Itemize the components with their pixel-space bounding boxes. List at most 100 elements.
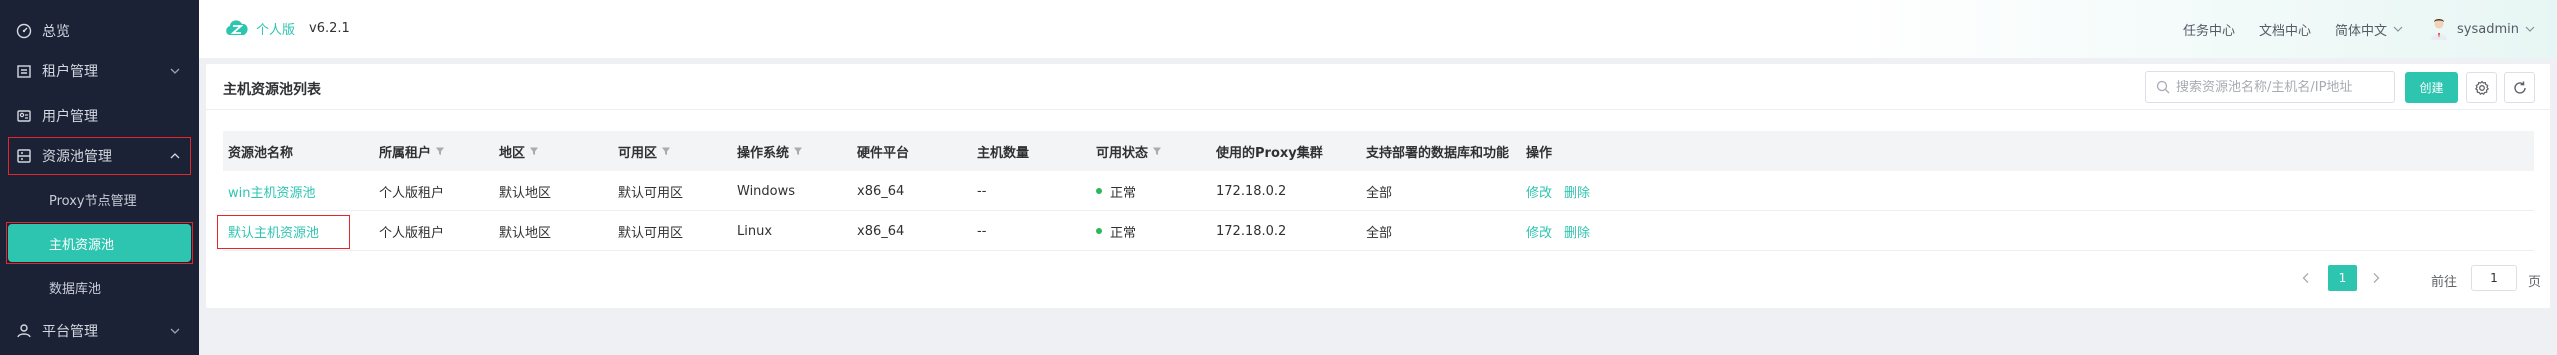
tenant-cell: 个人版租户: [379, 225, 445, 241]
create-button[interactable]: 创建: [2405, 72, 2458, 103]
edit-link[interactable]: 修改: [1526, 222, 1552, 241]
table-header: 资源池名称 所属租户 地区 可用区 操作系统 硬件平台 主机数量 可用状态 使用…: [223, 131, 2534, 171]
host-pool-card: 主机资源池列表 创建 资源池名称 所属租户 地区 可用区 操作系统 硬件平台 主…: [206, 64, 2550, 308]
chevron-down-icon: [2525, 26, 2535, 32]
version-label: v6.2.1: [309, 20, 350, 36]
column-header: 硬件平台: [857, 145, 910, 161]
sidebar-item-label: 总览: [42, 24, 70, 40]
top-header: 个人版 v6.2.1 任务中心 文档中心 简体中文 sysadmin: [199, 0, 2557, 58]
host-pool-table: 资源池名称 所属租户 地区 可用区 操作系统 硬件平台 主机数量 可用状态 使用…: [223, 131, 2534, 251]
zone-cell: 默认可用区: [618, 185, 684, 201]
sidebar-item-label: 资源池管理: [42, 149, 112, 165]
column-header[interactable]: 可用区: [618, 131, 671, 171]
refresh-icon: [2513, 80, 2526, 94]
brand-logo-icon: [226, 20, 248, 35]
proxy-cell: 172.18.0.2: [1216, 223, 1287, 239]
os-cell: Windows: [737, 183, 796, 199]
sidebar-sub-proxy-node[interactable]: Proxy节点管理: [8, 180, 191, 218]
sidebar-item-tenant[interactable]: 租户管理: [8, 52, 191, 90]
card-header: 主机资源池列表 创建: [206, 64, 2550, 110]
region-cell: 默认地区: [499, 185, 552, 201]
language-label: 简体中文: [2335, 23, 2388, 39]
status-cell: 正常: [1096, 211, 1136, 251]
status-dot: [1096, 188, 1102, 194]
table-row: 默认主机资源池 个人版租户 默认地区 默认可用区 Linux x86_64 --…: [223, 211, 2534, 251]
sidebar-item-overview[interactable]: 总览: [8, 12, 191, 50]
doc-center-link[interactable]: 文档中心: [2259, 20, 2311, 39]
settings-button[interactable]: [2466, 72, 2497, 103]
page-title: 主机资源池列表: [223, 82, 321, 98]
sidebar-item-platform[interactable]: 平台管理: [8, 312, 191, 350]
column-header: 操作: [1526, 145, 1553, 161]
status-dot: [1096, 228, 1102, 234]
edit-link[interactable]: 修改: [1526, 182, 1552, 201]
goto-label: 前往: [2431, 275, 2458, 290]
brand-name: 个人版: [256, 22, 296, 38]
status-cell: 正常: [1096, 171, 1136, 211]
filter-icon[interactable]: [1152, 146, 1162, 156]
column-header: 使用的Proxy集群: [1216, 145, 1323, 161]
sidebar-sub-host-pool[interactable]: 主机资源池: [8, 224, 191, 262]
pool-name-link[interactable]: win主机资源池: [228, 171, 315, 211]
refresh-button[interactable]: [2504, 72, 2535, 103]
next-page-button[interactable]: [2366, 265, 2386, 291]
region-cell: 默认地区: [499, 225, 552, 241]
status-text: 正常: [1110, 185, 1137, 201]
pool-name-link[interactable]: 默认主机资源池: [228, 211, 319, 251]
host-count-cell: --: [977, 223, 987, 239]
support-cell: 全部: [1366, 185, 1393, 201]
arch-cell: x86_64: [857, 223, 905, 239]
sidebar-item-user[interactable]: 用户管理: [8, 97, 191, 135]
search-icon: [2156, 80, 2170, 94]
filter-icon[interactable]: [793, 146, 803, 156]
search-input[interactable]: [2176, 79, 2386, 95]
sidebar-item-label: 平台管理: [42, 324, 98, 340]
chevron-up-icon: [170, 153, 180, 159]
sidebar-item-label: 用户管理: [42, 109, 98, 125]
sidebar-item-resource-pool[interactable]: 资源池管理: [8, 137, 191, 175]
prev-page-button[interactable]: [2296, 265, 2316, 291]
actions-cell: 修改 删除: [1526, 211, 1602, 251]
goto-page-input[interactable]: [2471, 265, 2517, 291]
host-count-cell: --: [977, 183, 987, 199]
user-menu[interactable]: sysadmin: [2457, 22, 2535, 37]
sidebar-item-label: 租户管理: [42, 64, 98, 80]
delete-link[interactable]: 删除: [1564, 222, 1590, 241]
task-center-link[interactable]: 任务中心: [2183, 20, 2235, 39]
tenant-icon: [16, 63, 32, 79]
sidebar-sub-label: Proxy节点管理: [49, 193, 137, 209]
platform-icon: [16, 323, 32, 339]
page-number-current[interactable]: 1: [2328, 265, 2357, 291]
language-select[interactable]: 简体中文: [2335, 20, 2403, 39]
filter-icon[interactable]: [661, 146, 671, 156]
table-row: win主机资源池 个人版租户 默认地区 默认可用区 Windows x86_64…: [223, 171, 2534, 211]
column-header: 支持部署的数据库和功能: [1366, 145, 1510, 161]
status-text: 正常: [1110, 225, 1137, 241]
chevron-right-icon: [2373, 273, 2380, 283]
sidebar-sub-label: 数据库池: [49, 281, 102, 297]
avatar[interactable]: [2429, 17, 2449, 41]
actions-cell: 修改 删除: [1526, 171, 1602, 211]
arch-cell: x86_64: [857, 183, 905, 199]
column-header: 资源池名称: [228, 145, 294, 161]
column-header[interactable]: 地区: [499, 131, 539, 171]
column-header[interactable]: 所属租户: [379, 131, 445, 171]
support-cell: 全部: [1366, 225, 1393, 241]
logo[interactable]: 个人版 v6.2.1: [222, 13, 350, 43]
tenant-cell: 个人版租户: [379, 185, 445, 201]
gear-icon: [2474, 80, 2489, 95]
column-header[interactable]: 可用状态: [1096, 131, 1162, 171]
column-header[interactable]: 操作系统: [737, 131, 803, 171]
chevron-down-icon: [170, 68, 180, 74]
filter-icon[interactable]: [435, 146, 445, 156]
filter-icon[interactable]: [529, 146, 539, 156]
sidebar-sub-db-pool[interactable]: 数据库池: [8, 268, 191, 306]
page-suffix: 页: [2528, 275, 2542, 290]
search-box[interactable]: [2145, 71, 2395, 103]
chevron-down-icon: [170, 328, 180, 334]
column-header: 主机数量: [977, 145, 1030, 161]
proxy-cell: 172.18.0.2: [1216, 183, 1287, 199]
chevron-left-icon: [2302, 273, 2309, 283]
delete-link[interactable]: 删除: [1564, 182, 1590, 201]
os-cell: Linux: [737, 223, 773, 239]
